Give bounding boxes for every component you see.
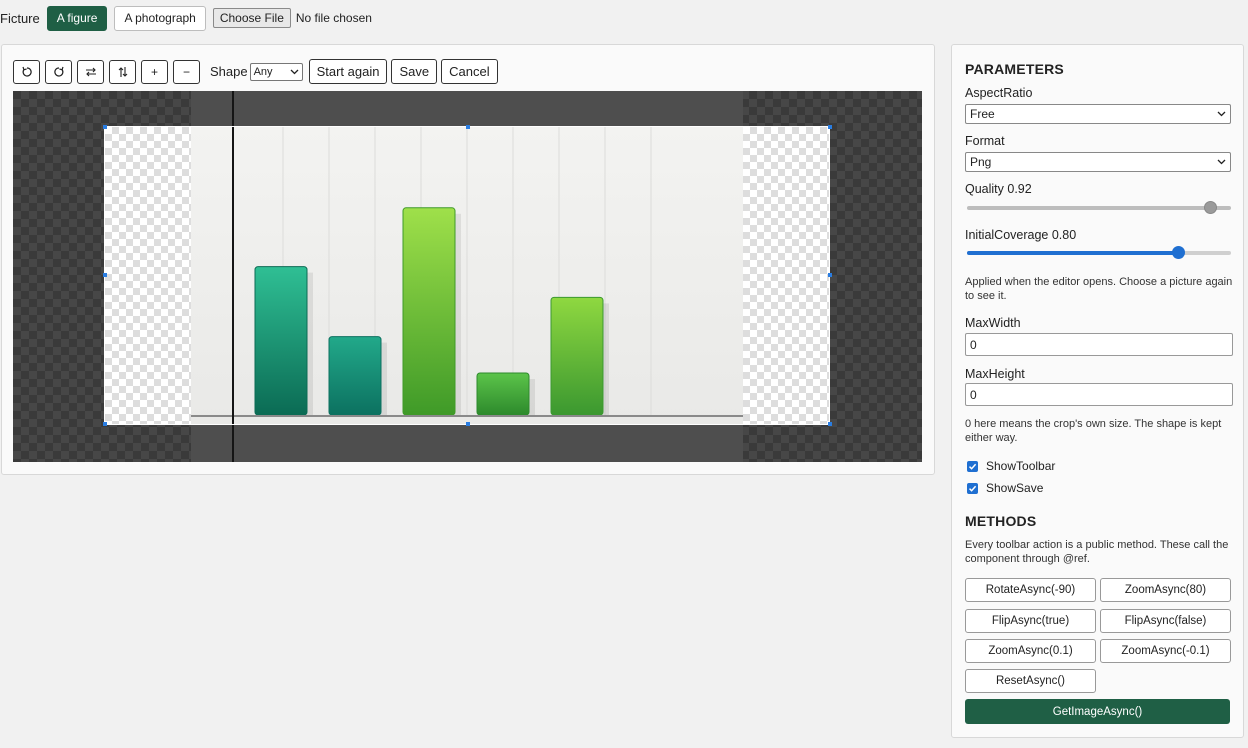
show-save-checkbox[interactable] <box>967 482 978 494</box>
shape-label: Shape <box>210 64 248 79</box>
crop-selection[interactable] <box>104 126 830 425</box>
rotate-right-button[interactable] <box>45 59 72 84</box>
quality-slider-track <box>967 206 1231 210</box>
format-label: Format <box>965 134 1005 148</box>
zoom-out-icon: − <box>182 64 190 79</box>
show-toolbar-checkbox[interactable] <box>967 460 978 472</box>
side-panel: PARAMETERS AspectRatio Free Format Png Q… <box>951 44 1244 738</box>
coverage-slider-thumb[interactable] <box>1172 246 1186 259</box>
zoom-in-async-button[interactable]: ZoomAsync(0.1) <box>965 639 1096 663</box>
cropper-toolbar: + − Shape Any Start again Save Cancel <box>13 59 502 84</box>
methods-help-text: Every toolbar action is a public method.… <box>965 539 1229 565</box>
figure-option-button[interactable]: A figure <box>46 5 108 31</box>
choose-file-button[interactable]: Choose File <box>212 8 291 28</box>
crop-handle-e[interactable] <box>828 273 832 277</box>
crop-handle-nw[interactable] <box>103 125 107 129</box>
flip-horizontal-button[interactable] <box>77 59 104 84</box>
flip-false-async-button[interactable]: FlipAsync(false) <box>1100 609 1231 633</box>
picture-row: Ficture A figure A photograph Choose Fil… <box>0 5 372 31</box>
chevron-down-icon <box>290 69 299 74</box>
aspect-ratio-label: AspectRatio <box>965 86 1033 100</box>
max-width-input[interactable]: 0 <box>965 333 1233 356</box>
photograph-option-button[interactable]: A photograph <box>114 5 206 31</box>
crop-handle-s[interactable] <box>466 422 470 426</box>
flip-true-async-button[interactable]: FlipAsync(true) <box>965 609 1096 633</box>
checkmark-icon <box>968 463 977 470</box>
crop-handle-n[interactable] <box>466 125 470 129</box>
coverage-label: InitialCoverage 0.80 <box>965 228 1077 242</box>
start-again-button[interactable]: Start again <box>308 59 388 84</box>
format-select[interactable]: Png <box>965 152 1231 172</box>
show-toolbar-row[interactable]: ShowToolbar <box>967 459 1055 473</box>
max-width-label: MaxWidth <box>965 316 1021 330</box>
get-image-async-button[interactable]: GetImageAsync() <box>965 699 1230 724</box>
cancel-button[interactable]: Cancel <box>441 59 498 84</box>
crop-handle-ne[interactable] <box>828 125 832 129</box>
show-save-label: ShowSave <box>986 481 1044 495</box>
zoom-in-button[interactable]: + <box>141 59 168 84</box>
chevron-down-icon <box>1217 111 1226 117</box>
size-help-text: 0 here means the crop's own size. The sh… <box>965 418 1222 444</box>
max-height-label: MaxHeight <box>965 367 1025 381</box>
max-height-input[interactable]: 0 <box>965 383 1233 406</box>
shape-select-value: Any <box>253 65 273 78</box>
crop-canvas[interactable] <box>13 91 922 462</box>
parameters-heading: PARAMETERS <box>965 61 1064 77</box>
reset-async-button[interactable]: ResetAsync() <box>965 669 1096 693</box>
rotate-left-icon <box>21 66 32 77</box>
show-toolbar-label: ShowToolbar <box>986 459 1056 473</box>
coverage-slider-fill <box>967 251 1179 255</box>
file-status: No file chosen <box>295 11 372 25</box>
flip-vertical-button[interactable] <box>109 59 136 84</box>
chevron-down-icon <box>1217 159 1226 165</box>
crop-handle-se[interactable] <box>828 422 832 426</box>
show-save-row[interactable]: ShowSave <box>967 481 1043 495</box>
aspect-ratio-value: Free <box>970 107 995 121</box>
zoom-in-icon: + <box>150 64 158 79</box>
picture-label: Ficture <box>0 10 40 26</box>
cropper-card: + − Shape Any Start again Save Cancel <box>1 44 935 475</box>
zoom-to-async-button[interactable]: ZoomAsync(80) <box>1100 578 1231 602</box>
quality-label: Quality 0.92 <box>965 182 1032 196</box>
save-button[interactable]: Save <box>391 59 438 84</box>
zoom-out-async-button[interactable]: ZoomAsync(-0.1) <box>1100 639 1231 663</box>
coverage-slider[interactable] <box>967 246 1231 260</box>
applied-help-text: Applied when the editor opens. Choose a … <box>965 276 1233 302</box>
flip-horizontal-icon <box>85 67 96 76</box>
crop-handle-sw[interactable] <box>103 422 107 426</box>
format-value: Png <box>970 155 992 169</box>
rotate-async-button[interactable]: RotateAsync(-90) <box>965 578 1096 602</box>
quality-slider[interactable] <box>967 201 1231 215</box>
flip-vertical-icon <box>118 66 127 77</box>
quality-slider-thumb[interactable] <box>1203 201 1217 214</box>
methods-heading: METHODS <box>965 513 1037 529</box>
shape-select[interactable]: Any <box>249 62 303 81</box>
checkmark-icon <box>968 485 977 492</box>
rotate-left-button[interactable] <box>13 59 40 84</box>
aspect-ratio-select[interactable]: Free <box>965 104 1231 124</box>
crop-handle-w[interactable] <box>103 273 107 277</box>
zoom-out-button[interactable]: − <box>173 59 200 84</box>
rotate-right-icon <box>53 66 64 77</box>
